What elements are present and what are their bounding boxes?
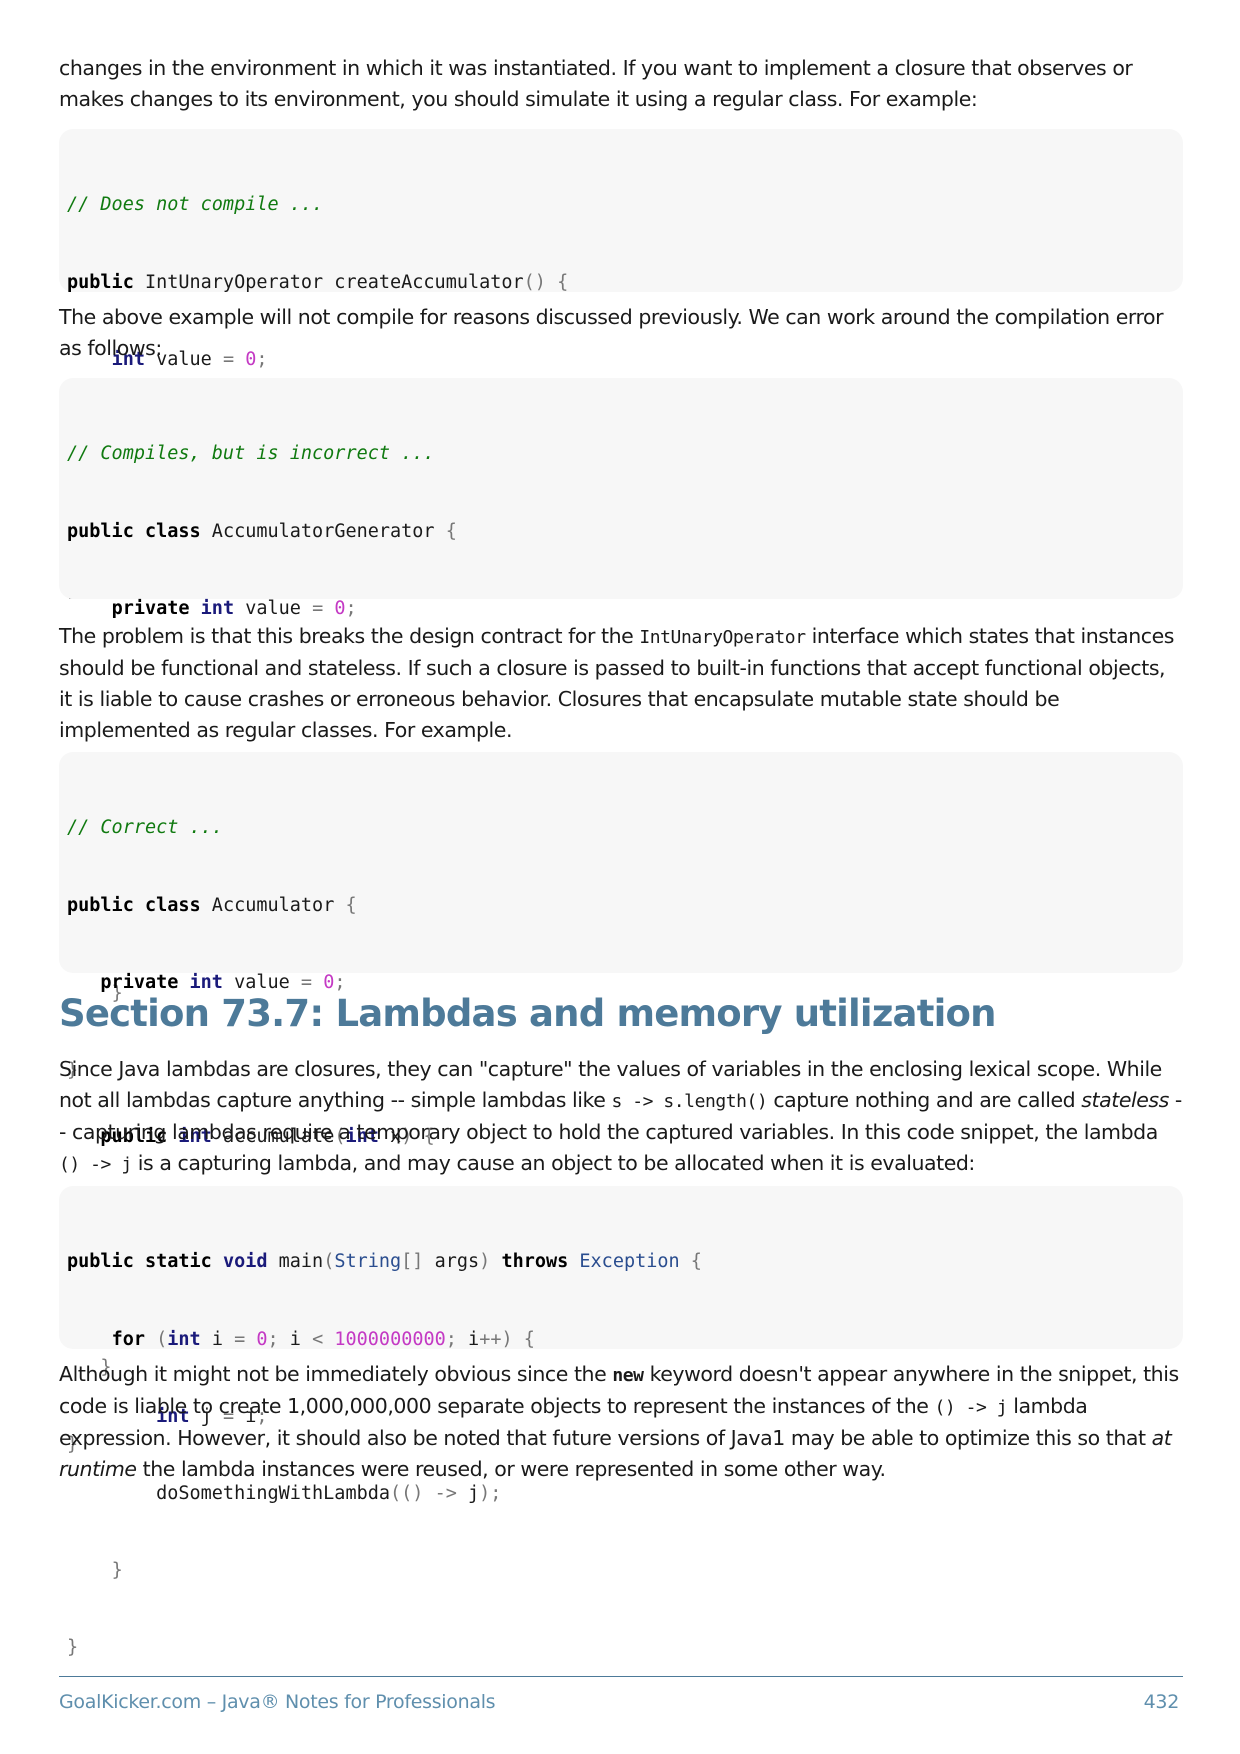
footer-site-title[interactable]: GoalKicker.com – Java® Notes for Profess…: [59, 1691, 496, 1713]
text-run: The problem is that this breaks the desi…: [59, 624, 640, 648]
page-footer: GoalKicker.com – Java® Notes for Profess…: [59, 1676, 1183, 1713]
text-run: Although it might not be immediately obv…: [59, 1362, 613, 1386]
text-run: capture nothing and are called: [767, 1088, 1082, 1112]
inline-code-stateless-lambda: s -> s.length(): [611, 1091, 768, 1112]
code-line: }: [111, 1559, 123, 1581]
paragraph-design-contract: The problem is that this breaks the desi…: [59, 621, 1183, 746]
code-block-main: public static void main(String[] args) t…: [59, 1186, 1183, 1658]
paragraph-lambdas-closures: Since Java lambdas are closures, they ca…: [59, 1054, 1183, 1180]
page-number: 432: [1143, 1691, 1180, 1713]
code-block-compiles-incorrect: // Compiles, but is incorrect ... public…: [59, 378, 1183, 1081]
inline-code-intunaryoperator: IntUnaryOperator: [639, 627, 806, 648]
code-line: // Compiles, but is incorrect ...: [67, 443, 435, 465]
inline-code-new: new: [612, 1365, 644, 1386]
code-line: public static void main(String[] args) t…: [67, 1251, 702, 1273]
inline-code-lambda: () -> j: [934, 1397, 1008, 1418]
code-block-does-not-compile: // Does not compile ... public IntUnaryO…: [59, 129, 1183, 601]
section-heading: Section 73.7: Lambdas and memory utiliza…: [59, 992, 996, 1035]
code-line: public IntUnaryOperator createAccumulato…: [67, 271, 569, 293]
text-run: the lambda instances were reused, or wer…: [136, 1457, 886, 1481]
code-line: public class Accumulator {: [67, 894, 357, 916]
paragraph-new-keyword: Although it might not be immediately obv…: [59, 1359, 1183, 1485]
code-block-correct: // Correct ... public class Accumulator …: [59, 752, 1183, 1455]
code-line: for (int i = 0; i < 1000000000; i++) {: [111, 1328, 535, 1350]
code-line: // Correct ...: [67, 817, 223, 839]
code-line: private int value = 0;: [111, 597, 357, 619]
inline-code-capturing-lambda: () -> j: [59, 1154, 132, 1175]
code-line: public class AccumulatorGenerator {: [67, 520, 457, 542]
paragraph-above-example: The above example will not compile for r…: [59, 305, 1164, 360]
text-run: is a capturing lambda, and may cause an …: [131, 1151, 976, 1175]
emphasis-stateless: stateless: [1081, 1088, 1169, 1112]
code-line: // Does not compile ...: [67, 194, 324, 216]
code-line: }: [67, 1636, 79, 1658]
paragraph-intro: changes in the environment in which it w…: [59, 56, 1133, 111]
